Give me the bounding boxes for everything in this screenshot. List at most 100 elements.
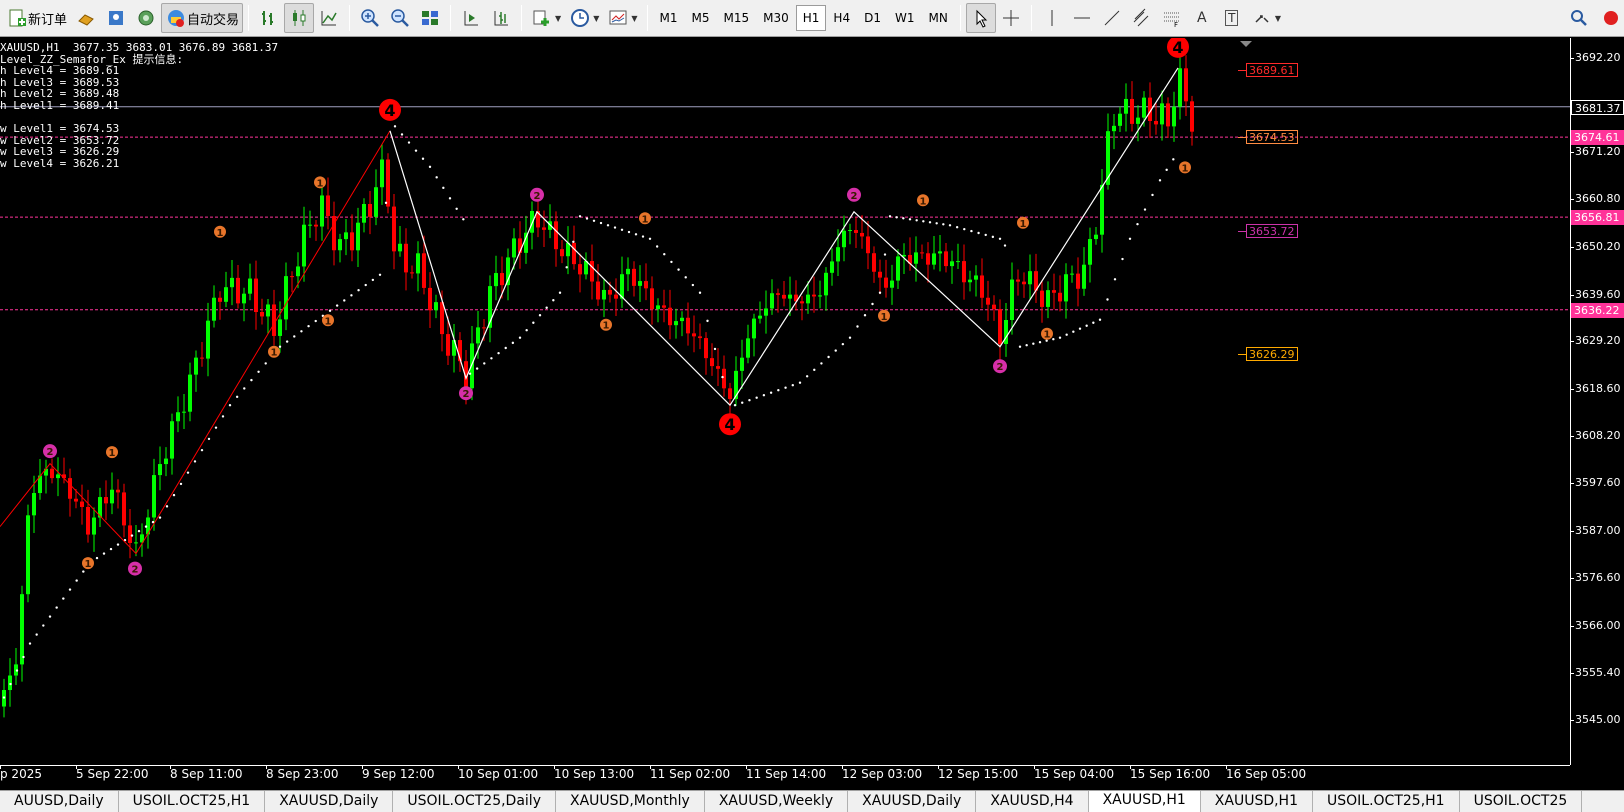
timeframe-h1[interactable]: H1 bbox=[795, 5, 827, 31]
semafor-dot bbox=[963, 227, 966, 231]
cursor-icon bbox=[970, 7, 992, 29]
search-button[interactable] bbox=[1564, 3, 1594, 33]
chart-tab[interactable]: USOIL.OCT25,Daily bbox=[393, 791, 556, 812]
chart-tab[interactable]: XAUUSD,H4 bbox=[976, 791, 1089, 812]
semafor-dot bbox=[641, 235, 645, 238]
chart-tab[interactable]: AUUSD,Daily bbox=[0, 791, 119, 812]
semafor-dot bbox=[511, 341, 515, 345]
semafor-dot bbox=[1032, 342, 1035, 345]
semafor-dot bbox=[264, 362, 267, 365]
vertical-line-button[interactable] bbox=[1037, 3, 1067, 33]
timeframe-mn[interactable]: MN bbox=[921, 5, 954, 31]
semafor-marker-label: 1 bbox=[920, 196, 927, 207]
price-tick-mark bbox=[1570, 341, 1574, 343]
horizontal-line-button[interactable] bbox=[1067, 3, 1097, 33]
chart-tab[interactable]: USOIL.OCT25 bbox=[1460, 791, 1583, 812]
bar-chart-button[interactable] bbox=[254, 3, 284, 33]
text-label-button[interactable]: T bbox=[1217, 3, 1247, 33]
globe-icon bbox=[135, 7, 157, 29]
auto-trading-button[interactable]: 自动交易 bbox=[161, 3, 244, 33]
bull-candle bbox=[356, 222, 360, 251]
market-watch-button[interactable] bbox=[71, 3, 101, 33]
semafor-dot bbox=[1052, 338, 1055, 341]
semafor-dot bbox=[1151, 193, 1154, 197]
price-tick-mark bbox=[1570, 389, 1574, 390]
chart-shift-icon bbox=[490, 7, 512, 29]
semafor-dot bbox=[922, 220, 925, 223]
price-tick-label: 3650.20 bbox=[1575, 239, 1621, 253]
zoom-in-button[interactable] bbox=[355, 3, 385, 33]
bear-candle bbox=[668, 307, 672, 326]
chart-tab[interactable]: XAUUSD,H1 bbox=[1088, 791, 1201, 812]
semafor-dot bbox=[378, 273, 382, 276]
bear-candle bbox=[1040, 290, 1044, 307]
chart-tab[interactable]: XAUUSD,H1 bbox=[1201, 791, 1313, 812]
arrows-button[interactable]: ▼ bbox=[1247, 3, 1285, 33]
semafor-dot bbox=[620, 228, 624, 231]
bear-candle bbox=[1184, 68, 1188, 102]
semafor-dot bbox=[172, 493, 176, 497]
new-order-button[interactable]: 新订单 bbox=[2, 3, 71, 33]
price-tick-mark bbox=[1570, 152, 1574, 154]
fibonacci-icon: F bbox=[1161, 7, 1183, 29]
chart-tab[interactable]: XAUUSD,Monthly bbox=[556, 791, 705, 812]
zoom-out-button[interactable] bbox=[385, 3, 415, 33]
semafor-dot bbox=[908, 218, 912, 221]
chart-tab[interactable]: USOIL.OCT25,H1 bbox=[119, 791, 266, 812]
tile-windows-button[interactable] bbox=[415, 3, 445, 33]
timeframe-m30[interactable]: M30 bbox=[756, 5, 796, 31]
semafor-marker-label: 1 bbox=[109, 448, 116, 459]
semafor-dot bbox=[663, 253, 666, 256]
bear-candle bbox=[314, 224, 318, 227]
data-window-button[interactable] bbox=[101, 3, 131, 33]
line-chart-button[interactable] bbox=[314, 3, 344, 33]
semafor-dot bbox=[15, 669, 19, 672]
timeframe-m5[interactable]: M5 bbox=[685, 5, 717, 31]
semafor-dot bbox=[421, 157, 425, 160]
bear-candle bbox=[50, 468, 54, 479]
navigator-button[interactable] bbox=[131, 3, 161, 33]
separator bbox=[646, 5, 648, 31]
bear-candle bbox=[1016, 279, 1020, 282]
auto-scroll-button[interactable] bbox=[456, 3, 486, 33]
timeframe-d1[interactable]: D1 bbox=[857, 5, 888, 31]
fibonacci-button[interactable]: F bbox=[1157, 3, 1187, 33]
templates-button[interactable]: ▼ bbox=[603, 3, 641, 33]
semafor-dot bbox=[435, 176, 438, 179]
semafor-dot bbox=[1018, 345, 1022, 348]
candlestick-button[interactable] bbox=[284, 3, 315, 33]
indicators-button[interactable]: ▼ bbox=[527, 3, 565, 33]
bull-candle bbox=[320, 195, 324, 227]
bear-candle bbox=[1022, 281, 1026, 285]
semafor-dot bbox=[165, 505, 169, 508]
timeframe-m1[interactable]: M1 bbox=[653, 5, 685, 31]
time-tick-mark bbox=[554, 765, 555, 769]
periods-button[interactable]: ▼ bbox=[565, 3, 603, 33]
crosshair-tool-button[interactable] bbox=[996, 3, 1026, 33]
bull-candle bbox=[296, 266, 300, 277]
chevron-down-icon: ▼ bbox=[1274, 13, 1281, 23]
timeframe-m15[interactable]: M15 bbox=[717, 5, 757, 31]
text-tool-button[interactable]: A bbox=[1187, 3, 1217, 33]
chart-tab[interactable]: XAUUSD,Daily bbox=[848, 791, 977, 812]
semafor-dot bbox=[462, 218, 465, 221]
semafor-dot bbox=[935, 222, 938, 225]
price-tick-mark bbox=[1570, 58, 1574, 59]
level-price-badge: 3656.81 bbox=[1571, 210, 1624, 226]
timeframe-w1[interactable]: W1 bbox=[888, 5, 922, 31]
cursor-tool-button[interactable] bbox=[965, 3, 996, 33]
bull-candle bbox=[8, 675, 12, 691]
timeframe-h4[interactable]: H4 bbox=[826, 5, 857, 31]
time-tick-mark bbox=[0, 765, 1, 769]
chart-shift-button[interactable] bbox=[486, 3, 516, 33]
semafor-dot bbox=[1158, 179, 1162, 182]
trendline-button[interactable] bbox=[1097, 3, 1127, 33]
price-tick-label: 3639.60 bbox=[1575, 287, 1621, 301]
level-price-label: 3674.53 bbox=[1246, 130, 1298, 145]
chart-tab[interactable]: XAUUSD,Daily bbox=[265, 791, 394, 812]
chart-tab[interactable]: USOIL.OCT25,H1 bbox=[1313, 791, 1460, 812]
semafor-marker-label: 4 bbox=[1172, 38, 1183, 57]
notifications-button[interactable] bbox=[1594, 3, 1624, 33]
chart-tab[interactable]: XAUUSD,Weekly bbox=[705, 791, 849, 812]
equidistant-channel-button[interactable] bbox=[1127, 3, 1157, 33]
